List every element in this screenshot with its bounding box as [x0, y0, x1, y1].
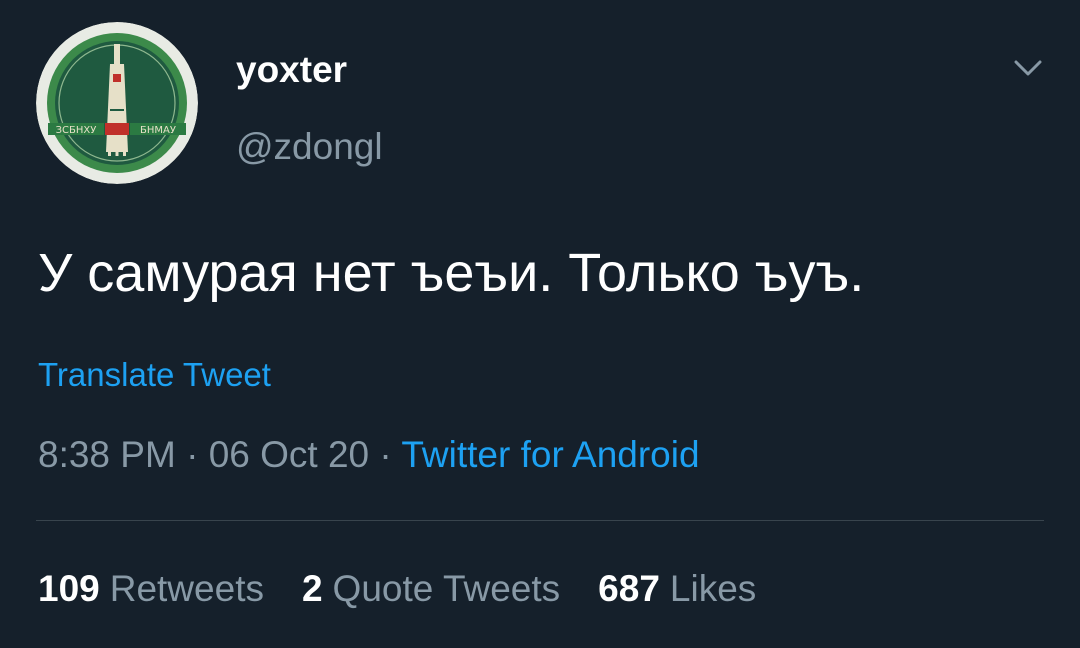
retweets-stat[interactable]: 109 Retweets	[38, 565, 264, 613]
likes-label: Likes	[669, 568, 757, 609]
likes-count: 687	[598, 568, 660, 609]
translate-tweet-link[interactable]: Translate Tweet	[38, 354, 271, 396]
chevron-down-icon	[1014, 60, 1042, 76]
likes-stat[interactable]: 687 Likes	[598, 565, 756, 613]
meta-separator: ·	[186, 434, 199, 475]
quote-tweets-label: Quote Tweets	[332, 568, 561, 609]
display-name[interactable]: yoxter	[236, 48, 347, 92]
avatar-right-text: БНМАУ	[140, 125, 176, 136]
user-handle[interactable]: @zdongl	[236, 125, 383, 169]
tweet-date[interactable]: 06 Oct 20	[209, 434, 369, 475]
quote-tweets-count: 2	[301, 568, 323, 609]
tweet-time[interactable]: 8:38 PM	[38, 434, 176, 475]
engagement-stats: 109 Retweets 2 Quote Tweets 687 Likes	[38, 565, 794, 613]
tweet-meta: 8:38 PM · 06 Oct 20 · Twitter for Androi…	[38, 431, 700, 479]
tweet-source-link[interactable]: Twitter for Android	[401, 434, 699, 475]
divider	[36, 520, 1044, 521]
quote-tweets-stat[interactable]: 2 Quote Tweets	[302, 565, 560, 613]
more-options-button[interactable]	[1006, 50, 1050, 86]
retweets-label: Retweets	[109, 568, 264, 609]
avatar-left-text: ЗСБНХУ	[56, 125, 97, 136]
tweet-text: У самурая нет ъеъи. Только ъуъ.	[38, 243, 865, 303]
meta-separator: ·	[379, 434, 392, 475]
avatar[interactable]: ЗСБНХУ БНМАУ	[36, 22, 198, 184]
avatar-badge-icon: ЗСБНХУ БНМАУ	[36, 22, 198, 184]
retweets-count: 109	[38, 568, 100, 609]
